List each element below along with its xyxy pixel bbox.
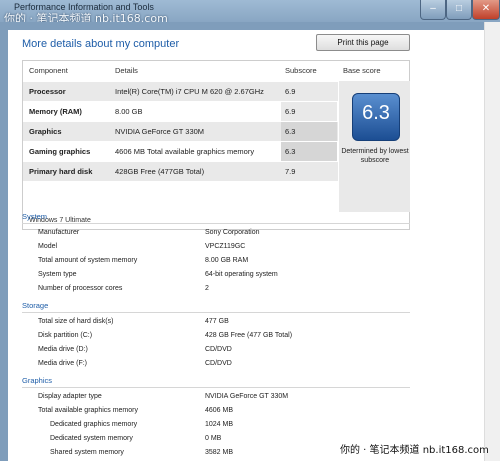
system-label: Number of processor cores [38,285,123,292]
graphics-value: 4606 MB [205,407,234,414]
graphics-label: Dedicated graphics memory [50,421,138,428]
component-label: Primary hard disk [29,167,93,176]
component-label: Processor [29,87,66,96]
storage-value: CD/DVD [205,346,232,353]
component-subscore: 6.3 [285,147,296,156]
graphics-value: 0 MB [205,435,222,442]
graphics-label: Dedicated system memory [50,435,133,442]
section-divider [22,223,410,224]
system-label: Total amount of system memory [38,257,138,264]
component-details: 4606 MB Total available graphics memory [115,147,255,156]
section-divider [22,312,410,313]
section-title-system: System [22,212,48,221]
base-score-value: 6.3 [362,102,390,124]
system-value: VPCZ119GC [205,243,246,250]
base-score-description: Determined by lowest subscore [341,148,409,164]
graphics-value: 3582 MB [205,449,234,456]
component-subscore: 6.3 [285,127,296,136]
component-details: 8.00 GB [115,107,143,116]
storage-label: Media drive (F:) [38,360,88,367]
system-value: 64-bit operating system [205,271,278,278]
table-header: Component Details Subscore Base score [23,61,409,81]
watermark-bottom: 你的 · 笔记本频道 nb.it168.com [340,445,489,456]
component-label: Gaming graphics [29,147,91,156]
maximize-button[interactable]: □ [446,0,472,20]
graphics-label: Display adapter type [38,393,102,400]
component-label: Graphics [29,127,62,136]
storage-label: Total size of hard disk(s) [38,318,114,325]
section-title-graphics: Graphics [22,376,53,385]
system-label: Model [38,243,58,250]
graphics-value: 1024 MB [205,421,234,428]
system-label: System type [38,271,77,278]
storage-label: Disk partition (C:) [38,332,93,339]
component-subscore: 6.9 [285,87,296,96]
storage-value: 477 GB [205,318,229,325]
page-title: More details about my computer [22,38,180,50]
minimize-button[interactable]: – [420,0,446,20]
graphics-label: Shared system memory [50,449,124,456]
storage-label: Media drive (D:) [38,346,88,353]
storage-value: CD/DVD [205,360,232,367]
component-subscore: 7.9 [285,167,296,176]
component-details: NVIDIA GeForce GT 330M [115,127,205,136]
system-value: 2 [205,285,209,292]
component-details: Intel(R) Core(TM) i7 CPU M 620 @ 2.67GHz [115,87,264,96]
graphics-value: NVIDIA GeForce GT 330M [205,393,289,400]
header-details: Details [115,66,138,75]
storage-value: 428 GB Free (477 GB Total) [205,332,293,339]
component-label: Memory (RAM) [29,107,82,116]
component-details: 428GB Free (477GB Total) [115,167,205,176]
close-button[interactable]: ✕ [472,0,500,20]
vertical-scrollbar[interactable] [484,22,500,461]
base-score-panel: 6.3 Determined by lowest subscore [338,81,410,212]
graphics-label: Total available graphics memory [38,407,138,414]
section-title-storage: Storage [22,301,49,310]
header-component: Component [29,66,68,75]
score-table: Component Details Subscore Base score Pr… [22,60,410,230]
content-area: More details about my computer Print thi… [8,30,492,461]
system-label: Manufacturer [38,229,80,236]
system-value: 8.00 GB RAM [205,257,249,264]
print-button[interactable]: Print this page [316,34,410,51]
header-base-score: Base score [343,66,381,75]
section-divider [22,387,410,388]
component-subscore: 6.9 [285,107,296,116]
header-subscore: Subscore [285,66,317,75]
system-value: Sony Corporation [205,229,260,236]
base-score-badge: 6.3 [352,93,400,141]
